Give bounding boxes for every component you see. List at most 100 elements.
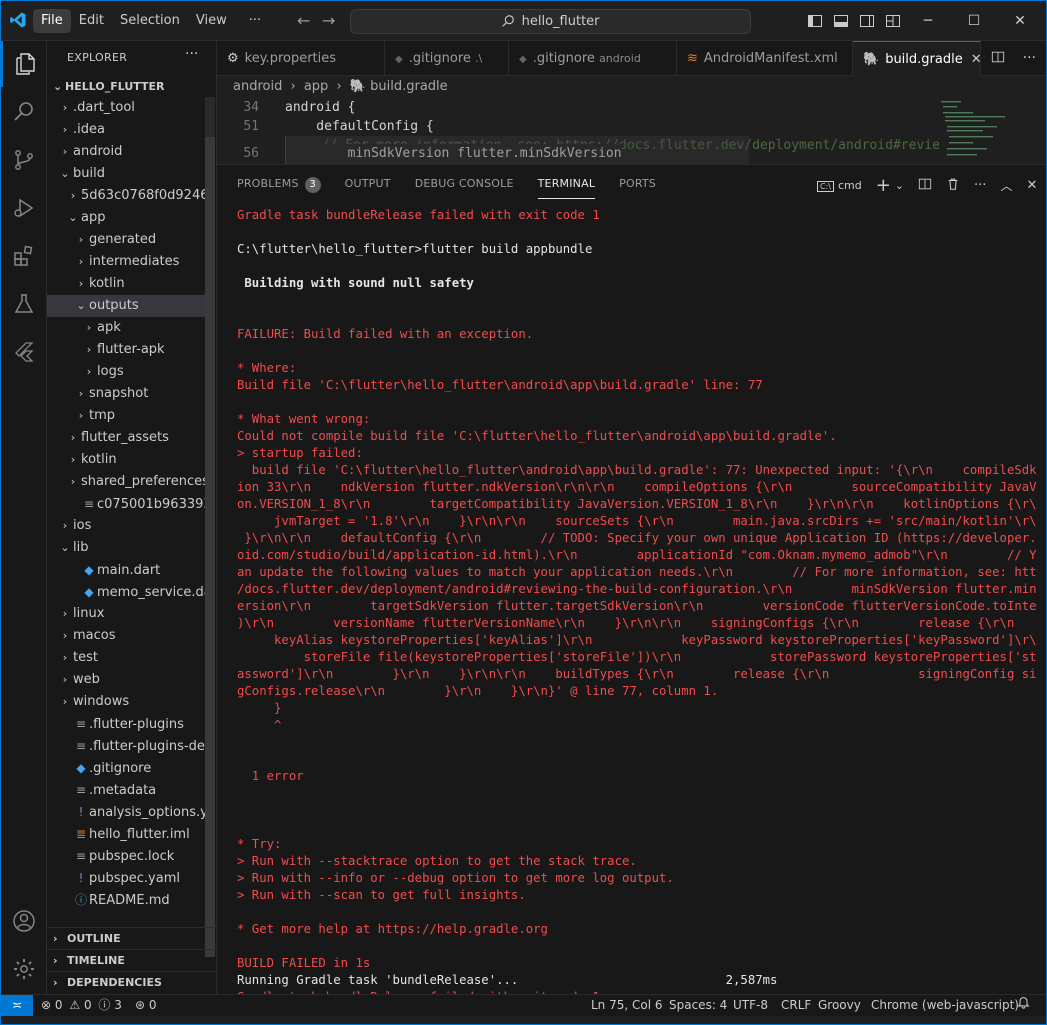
menu-more[interactable]: ··· [241,9,269,33]
debug-config-status[interactable]: Chrome (web-javascript) [871,995,1019,1016]
split-terminal-icon[interactable] [918,177,932,195]
tree-item[interactable]: ≡c075001b96339384... [47,493,205,515]
tree-item[interactable]: › snapshot [47,383,205,405]
encoding-status[interactable]: UTF-8 [733,995,768,1016]
minimap[interactable] [939,98,1039,164]
tree-item[interactable]: › android [47,141,205,163]
tree-item[interactable]: › generated [47,229,205,251]
code-editor[interactable]: // For more information, see: https://do… [217,98,1046,164]
tab-output[interactable]: OUTPUT [345,177,391,199]
tab-build-gradle[interactable]: 🐘 build.gradle ✕ [853,41,982,76]
maximize-button[interactable]: ☐ [951,9,997,33]
panel-more-icon[interactable]: ··· [974,178,986,193]
close-panel-icon[interactable]: ✕ [1026,178,1037,193]
menu-edit[interactable]: Edit [71,9,112,33]
tree-item[interactable]: › kotlin [47,449,205,471]
toggle-primary-sidebar-icon[interactable] [807,13,823,29]
extensions-icon[interactable] [1,233,47,279]
tree-item[interactable]: › windows [47,691,205,713]
tree-item[interactable]: ≡.flutter-plugins-depe... [47,735,205,757]
tab-android-manifest[interactable]: ≋ AndroidManifest.xml [677,41,853,76]
new-terminal-icon[interactable]: + [876,175,891,196]
split-editor-icon[interactable] [991,50,1005,68]
tab-terminal[interactable]: TERMINAL [537,177,596,199]
forward-arrow-icon[interactable]: → [322,11,335,30]
sidebar-scrollbar[interactable] [205,97,215,957]
back-arrow-icon[interactable]: ← [297,11,310,30]
problems-status[interactable]: ⊗ 0 ⚠ 0 ⓘ 3 [41,995,122,1016]
menu-selection[interactable]: Selection [112,9,188,33]
tree-item[interactable]: › ios [47,515,205,537]
eol-status[interactable]: CRLF [781,995,811,1016]
language-mode[interactable]: Groovy [818,995,861,1016]
breadcrumb-android[interactable]: android [233,79,282,94]
source-control-icon[interactable] [1,137,47,183]
tree-item[interactable]: ⌄ outputs [47,295,205,317]
run-debug-icon[interactable] [1,185,47,231]
editor-more-icon[interactable]: ··· [1023,50,1036,68]
tree-item[interactable]: › logs [47,361,205,383]
tree-item[interactable]: › macos [47,625,205,647]
breadcrumb-build-gradle[interactable]: build.gradle [370,79,448,94]
tree-item[interactable]: ⌄ app [47,207,205,229]
ports-status[interactable]: ⊛ 0 [135,995,157,1016]
tree-item[interactable]: ≡ .metadata [47,779,205,801]
tab-problems[interactable]: PROBLEMS 3 [237,177,321,199]
dependencies-section[interactable]: › DEPENDENCIES [47,971,217,993]
tree-item[interactable]: › 5d63c0768f0d9246c... [47,185,205,207]
close-tab-icon[interactable]: ✕ [971,52,982,67]
notifications-bell-icon[interactable] [1017,995,1030,1016]
tab-ports[interactable]: PORTS [619,177,656,199]
tree-item[interactable]: ≡ .flutter-plugins [47,713,205,735]
tree-item[interactable]: › flutter_assets [47,427,205,449]
toggle-panel-icon[interactable] [833,13,849,29]
tree-item[interactable]: ◆ .gitignore [47,757,205,779]
tree-item[interactable]: ! analysis_options.yaml [47,801,205,823]
tree-item[interactable]: › tmp [47,405,205,427]
tab-gitignore-android[interactable]: ◆ .gitignore android [509,41,677,76]
breadcrumb-app[interactable]: app [304,79,328,94]
tree-item[interactable]: › .idea [47,119,205,141]
tree-item[interactable]: › .dart_tool [47,97,205,119]
accounts-icon[interactable] [1,898,47,944]
tree-item[interactable]: ⌄ lib [47,537,205,559]
tree-item[interactable]: › shared_preferences_... [47,471,205,493]
chevron-down-icon[interactable]: ⌄ [895,179,904,192]
command-center-search[interactable]: hello_flutter [350,9,751,34]
terminal-output[interactable]: Gradle task bundleRelease failed with ex… [237,207,1037,1006]
tab-debug-console[interactable]: DEBUG CONSOLE [415,177,514,199]
toggle-secondary-sidebar-icon[interactable] [859,13,875,29]
tree-item[interactable]: › intermediates [47,251,205,273]
timeline-section[interactable]: › TIMELINE [47,949,217,971]
tree-item[interactable]: › flutter-apk [47,339,205,361]
kill-terminal-trash-icon[interactable] [946,177,960,195]
tree-item[interactable]: › apk [47,317,205,339]
outline-section[interactable]: › OUTLINE [47,927,217,949]
remote-indicator[interactable]: ≍ [1,995,33,1016]
search-activity-icon[interactable] [1,89,47,135]
flutter-icon[interactable] [1,329,47,375]
tree-item[interactable]: ⓘ README.md [47,889,205,911]
tree-item[interactable]: ≡ pubspec.lock [47,845,205,867]
tree-item[interactable]: › test [47,647,205,669]
tree-item[interactable]: ! pubspec.yaml [47,867,205,889]
testing-icon[interactable] [1,281,47,327]
explorer-icon[interactable] [1,41,47,87]
tab-key-properties[interactable]: ⚙ key.properties [217,41,385,76]
cursor-position[interactable]: Ln 75, Col 6 [591,995,663,1016]
menu-view[interactable]: View [188,9,235,33]
tree-item[interactable]: › web [47,669,205,691]
sidebar-scrollbar-thumb[interactable] [205,137,215,957]
tree-item[interactable]: › linux [47,603,205,625]
settings-gear-icon[interactable] [1,946,47,992]
close-window-button[interactable]: ✕ [997,9,1043,33]
menu-file[interactable]: File [33,9,71,33]
maximize-panel-icon[interactable]: ︿ [1000,177,1012,194]
tree-item[interactable]: ⌄ build [47,163,205,185]
tree-item[interactable]: ◆ main.dart [47,559,205,581]
tree-item[interactable]: ≣ hello_flutter.iml [47,823,205,845]
tab-gitignore-root[interactable]: ◆ .gitignore .\ [385,41,509,76]
workspace-root[interactable]: ⌄ HELLO_FLUTTER [47,76,217,98]
minimize-button[interactable]: ─ [905,9,951,33]
tree-item[interactable]: › kotlin [47,273,205,295]
